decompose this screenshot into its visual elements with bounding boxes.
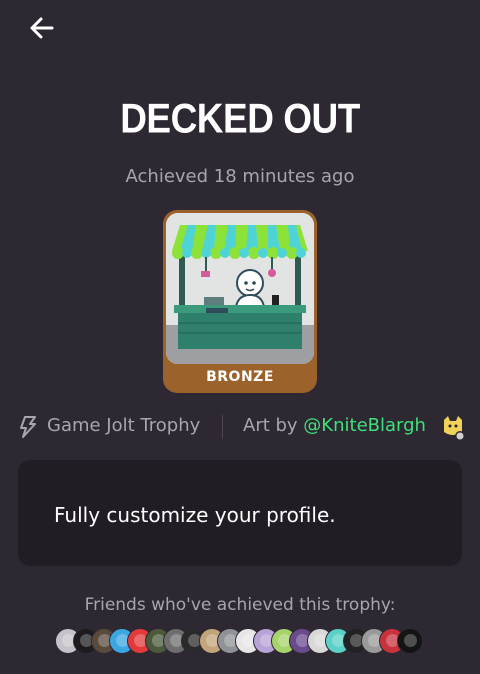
meta-divider — [222, 415, 223, 439]
lightning-icon — [20, 416, 36, 438]
art-by-prefix: Art by — [243, 415, 304, 436]
trophy-title: DECKED OUT — [120, 95, 360, 142]
trophy-description-card: Fully customize your profile. — [18, 460, 462, 566]
friends-label: Friends who've achieved this trophy: — [84, 595, 396, 615]
friend-avatar-list — [55, 628, 423, 656]
market-stall-illustration — [166, 213, 314, 364]
arrow-left-icon[interactable] — [26, 12, 58, 44]
friend-avatar[interactable] — [397, 628, 423, 654]
trophy-image — [166, 213, 314, 364]
trophy-source: Game Jolt Trophy — [47, 415, 201, 436]
trophy-description: Fully customize your profile. — [54, 503, 336, 527]
trophy-card: BRONZE — [163, 210, 317, 393]
art-credit: Art by @KniteBlargh — [243, 415, 426, 436]
artist-link[interactable]: @KniteBlargh — [303, 415, 426, 436]
achieved-time: Achieved 18 minutes ago — [125, 166, 355, 187]
trophy-meta-row: Game Jolt Trophy Art by @KniteBlargh — [0, 412, 480, 442]
artist-avatar[interactable] — [440, 414, 466, 442]
trophy-tier-label: BRONZE — [206, 369, 274, 385]
trophy-detail-page: DECKED OUT Achieved 18 minutes ago BRONZ… — [0, 0, 480, 674]
